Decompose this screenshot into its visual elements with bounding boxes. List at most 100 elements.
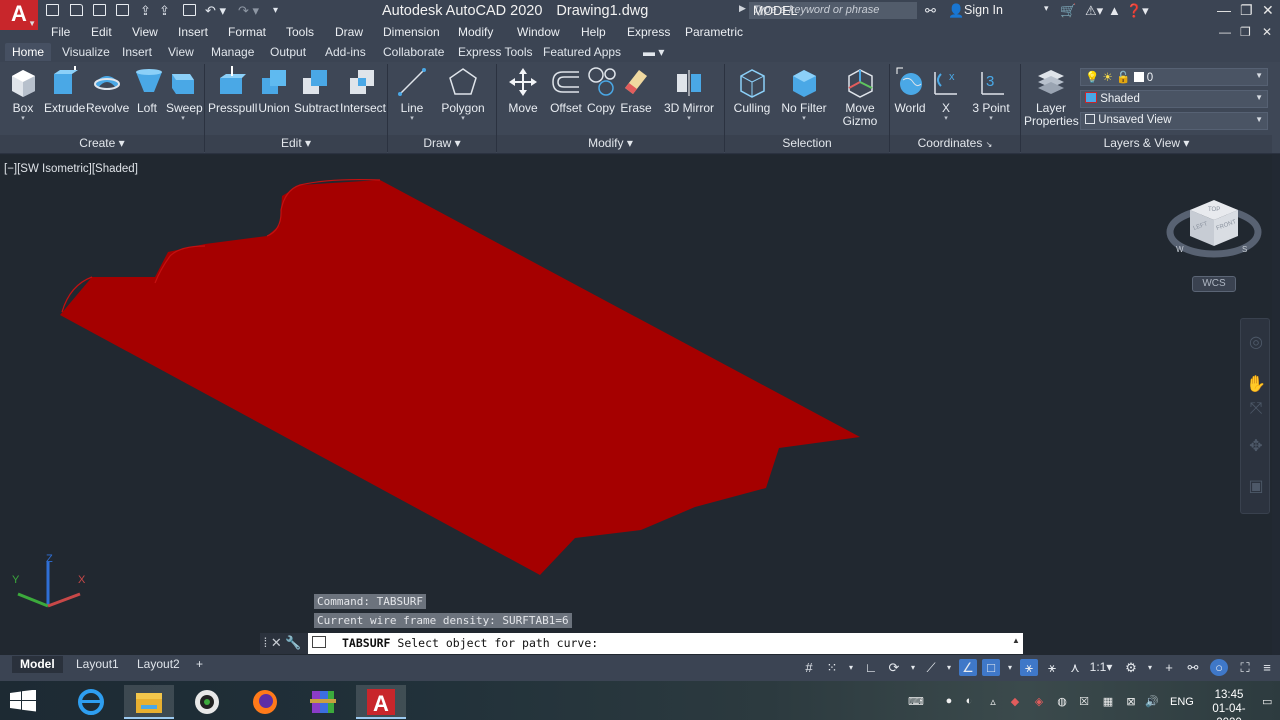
taskbar-file-explorer[interactable] — [124, 685, 174, 719]
panel-title-create[interactable]: Create ▾ — [0, 135, 204, 153]
connect-icon[interactable]: ⚠▾ — [1085, 3, 1103, 19]
model-space-button[interactable]: MODEL — [753, 4, 797, 18]
steering-wheel-icon[interactable]: ◎ — [1246, 333, 1266, 353]
object-snap-icon[interactable]: □ — [982, 659, 1000, 676]
loft-button[interactable]: Loft — [134, 66, 162, 115]
snap-dropdown-icon[interactable]: ▾ — [842, 659, 860, 676]
pan-hand-icon[interactable]: ✋ — [1246, 375, 1266, 395]
doc-restore-icon[interactable]: ❐ — [1240, 25, 1251, 39]
auto-scale-icon[interactable]: ⚹ — [1043, 659, 1061, 676]
search-expand-icon[interactable]: ▶ — [739, 3, 746, 14]
a360-icon[interactable]: ▲ — [1108, 3, 1121, 18]
menu-file[interactable]: File — [51, 25, 70, 39]
union-button[interactable]: Union — [258, 66, 290, 115]
viewcube-graphic[interactable]: TOP LEFT FRONT W S — [1164, 180, 1264, 280]
ortho-icon[interactable]: ∟ — [862, 659, 880, 676]
network-icon[interactable]: ⊠ — [1124, 695, 1138, 708]
subtract-button[interactable]: Subtract — [294, 66, 339, 115]
tab-output[interactable]: Output — [270, 45, 306, 59]
keyboard-icon[interactable]: ⌨ — [904, 695, 928, 708]
named-view-dropdown[interactable]: Unsaved View ▼ — [1080, 112, 1268, 130]
copy-button[interactable]: Copy — [586, 66, 616, 115]
world-button[interactable]: World — [893, 66, 927, 115]
3d-mirror-button[interactable]: 3D Mirror ▾ — [662, 66, 716, 123]
undo-icon[interactable]: ↶ ▾ — [205, 4, 226, 18]
menu-modify[interactable]: Modify — [458, 25, 493, 39]
tabulated-surface-shape[interactable] — [0, 155, 1272, 655]
clock[interactable]: 13:4501-04-2020 — [1205, 688, 1253, 720]
tab-view[interactable]: View — [168, 45, 194, 59]
tray-app-icon[interactable]: ◈ — [1032, 695, 1046, 708]
workspace-gear-icon[interactable]: ⚙ — [1122, 659, 1140, 676]
tray-app-icon[interactable]: ● — [942, 695, 956, 707]
panel-title-layers-view[interactable]: Layers & View ▾ — [1021, 135, 1272, 153]
open-web-icon[interactable]: ⇪ — [140, 4, 151, 18]
menu-format[interactable]: Format — [228, 25, 266, 39]
hardware-acceleration-icon[interactable]: ○ — [1210, 659, 1228, 676]
box-button[interactable]: Box ▾ — [6, 66, 40, 123]
tab-add-ins[interactable]: Add-ins — [325, 45, 366, 59]
sign-in-button[interactable]: Sign In — [964, 3, 1003, 17]
minimize-window-icon[interactable]: — — [1217, 2, 1231, 18]
taskbar-autocad[interactable]: A — [356, 685, 406, 719]
layer-dropdown[interactable]: 💡 ☀ 🔓 0 ▼ — [1080, 68, 1268, 86]
command-history-toggle-icon[interactable]: ▲ — [1012, 636, 1020, 645]
polar-tracking-icon[interactable]: ⟳ — [885, 659, 903, 676]
notifications-icon[interactable]: ▭ — [1262, 695, 1272, 708]
command-window-grip[interactable]: ⁞ ✕ 🔧 — [260, 633, 308, 654]
orbit-icon[interactable]: ✥ — [1246, 437, 1266, 457]
snap-mode-icon[interactable]: ⁙ — [823, 659, 841, 676]
help-icon[interactable]: ❓▾ — [1126, 3, 1149, 19]
add-layout-icon[interactable]: + — [188, 656, 211, 673]
taskbar-internet-explorer[interactable] — [66, 685, 116, 719]
menu-window[interactable]: Window — [517, 25, 560, 39]
tab-home[interactable]: Home — [5, 43, 52, 61]
menu-parametric[interactable]: Parametric — [685, 25, 743, 39]
clean-screen-icon[interactable]: ⛶ — [1236, 659, 1254, 676]
menu-edit[interactable]: Edit — [91, 25, 112, 39]
menu-tools[interactable]: Tools — [286, 25, 314, 39]
windows-start-icon[interactable] — [10, 690, 36, 712]
customize-qat-icon[interactable]: ▾ — [273, 4, 278, 18]
save-as-icon[interactable] — [116, 4, 129, 18]
open-file-icon[interactable] — [70, 4, 83, 18]
annotation-scale-icon[interactable]: ⋏ — [1066, 659, 1084, 676]
save-web-icon[interactable]: ⇪ — [159, 4, 170, 18]
taskbar-recorder[interactable] — [182, 685, 232, 719]
customization-menu-icon[interactable]: ≡ — [1258, 659, 1276, 676]
annotation-visibility-icon[interactable]: ⚹ — [1020, 659, 1038, 676]
culling-button[interactable]: Culling — [732, 66, 772, 115]
panel-title-edit[interactable]: Edit ▾ — [205, 135, 387, 153]
tab-insert[interactable]: Insert — [122, 45, 152, 59]
layer-properties-button[interactable]: Layer Properties — [1024, 66, 1079, 128]
intersect-button[interactable]: Intersect — [340, 66, 386, 115]
tab-visualize[interactable]: Visualize — [62, 45, 110, 59]
offset-button[interactable]: Offset — [548, 66, 584, 115]
presspull-button[interactable]: Presspull — [208, 66, 257, 115]
sign-in-dropdown-icon[interactable]: ▾ — [1044, 3, 1049, 14]
tab-layout1[interactable]: Layout1 — [68, 656, 127, 673]
menu-draw[interactable]: Draw — [335, 25, 363, 39]
binoculars-icon[interactable]: ⚯ — [925, 3, 936, 19]
volume-icon[interactable]: 🔊 — [1145, 695, 1159, 708]
move-gizmo-button[interactable]: Move Gizmo — [840, 66, 880, 128]
osnap-dropdown-icon[interactable]: ▾ — [1001, 659, 1019, 676]
line-button[interactable]: Line ▾ — [396, 66, 428, 123]
ucs-x-button[interactable]: x X ▾ — [930, 66, 962, 123]
plot-icon[interactable] — [183, 4, 196, 18]
ucs-3-point-button[interactable]: 3 3 Point ▾ — [970, 66, 1012, 123]
extrude-button[interactable]: Extrude — [44, 66, 85, 115]
tray-app-icon[interactable]: ☒ — [1077, 695, 1091, 708]
move-button[interactable]: Move — [506, 66, 540, 115]
erase-button[interactable]: Erase — [620, 66, 652, 115]
polygon-button[interactable]: Polygon ▾ — [440, 66, 486, 123]
panel-title-draw[interactable]: Draw ▾ — [388, 135, 496, 153]
recent-commands-icon[interactable] — [312, 636, 326, 648]
redo-icon[interactable]: ↷ ▾ — [238, 4, 259, 18]
new-file-icon[interactable] — [46, 4, 59, 18]
doc-minimize-icon[interactable]: — — [1219, 25, 1231, 39]
tab-model[interactable]: Model — [12, 656, 63, 673]
showmotion-icon[interactable]: ▣ — [1246, 477, 1266, 497]
zoom-extents-icon[interactable]: ⤧ — [1246, 399, 1266, 419]
isodraft-dropdown-icon[interactable]: ▾ — [940, 659, 958, 676]
